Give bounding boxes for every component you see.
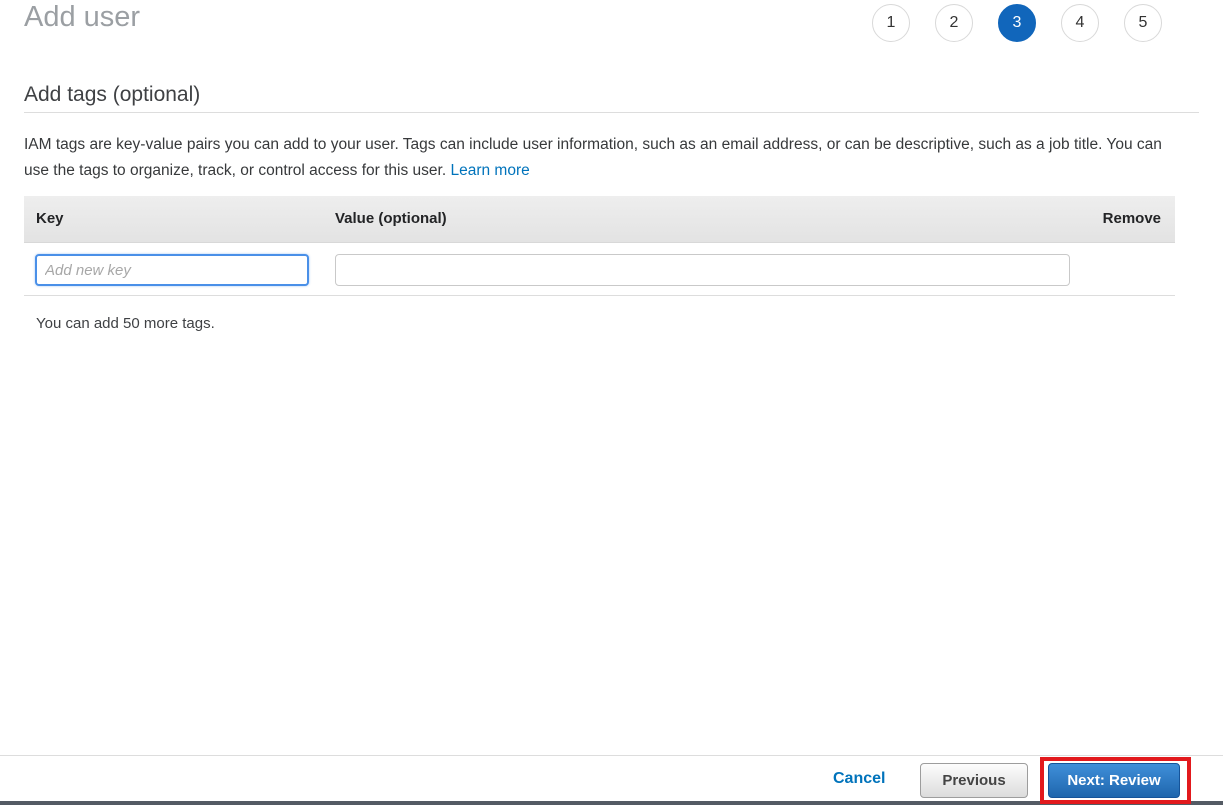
section-heading: Add tags (optional)	[24, 83, 200, 107]
previous-button[interactable]: Previous	[920, 763, 1028, 798]
step-circle-4: 4	[1061, 4, 1099, 42]
tags-remaining-text: You can add 50 more tags.	[36, 315, 215, 332]
column-header-key: Key	[36, 210, 64, 227]
tag-key-input[interactable]	[35, 254, 309, 286]
step-circle-1: 1	[872, 4, 910, 42]
tags-table-header: Key Value (optional) Remove	[24, 196, 1175, 243]
add-user-wizard-page: Add user 1 2 3 4 5 Add tags (optional) I…	[0, 0, 1223, 805]
step-circle-2: 2	[935, 4, 973, 42]
step-circle-3-active: 3	[998, 4, 1036, 42]
learn-more-link[interactable]: Learn more	[450, 162, 529, 179]
cancel-button[interactable]: Cancel	[833, 770, 885, 788]
column-header-value: Value (optional)	[335, 210, 447, 227]
section-description: IAM tags are key-value pairs you can add…	[24, 132, 1164, 183]
footer-divider	[0, 755, 1223, 756]
section-divider	[24, 112, 1199, 113]
next-review-button[interactable]: Next: Review	[1048, 763, 1180, 798]
step-circle-5: 5	[1124, 4, 1162, 42]
tag-value-input[interactable]	[335, 254, 1070, 286]
page-title: Add user	[24, 0, 140, 34]
column-header-remove: Remove	[1103, 210, 1161, 227]
wizard-step-indicator: 1 2 3 4 5	[872, 4, 1162, 42]
tag-table-row	[24, 244, 1175, 296]
bottom-console-bar	[0, 801, 1223, 805]
description-text: IAM tags are key-value pairs you can add…	[24, 136, 1162, 179]
